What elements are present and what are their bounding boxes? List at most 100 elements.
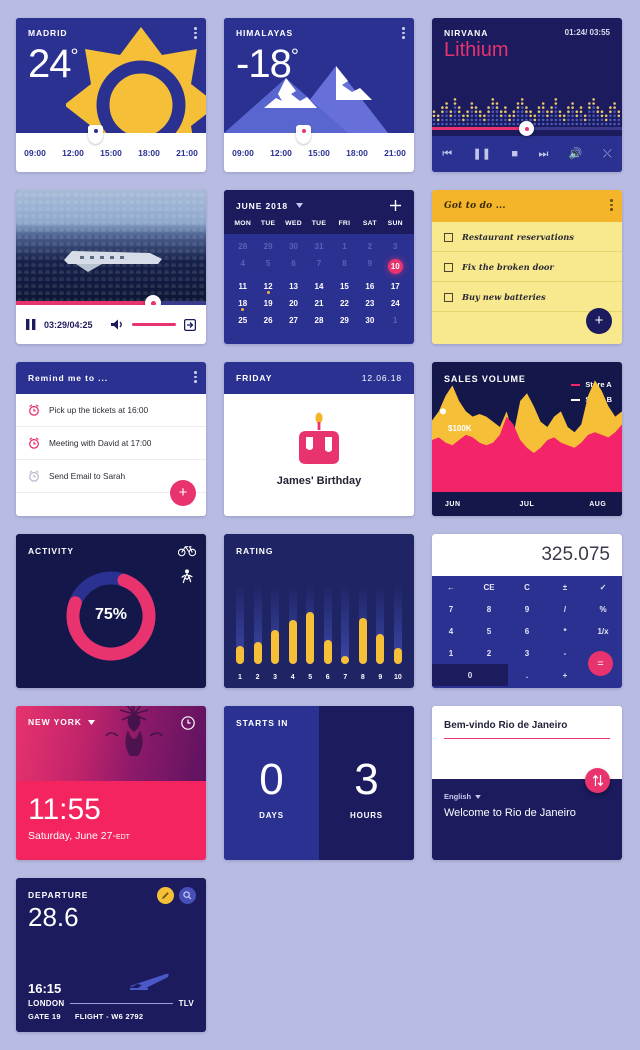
sales-volume-card[interactable]: SALES VOLUME Store A Store B $100K JUN J… — [432, 362, 622, 516]
percent-key[interactable]: % — [584, 598, 622, 620]
pause-icon[interactable]: ❚❚ — [473, 148, 491, 160]
stop-icon[interactable]: ■ — [511, 148, 518, 160]
clock-city-row[interactable]: NEW YORK — [28, 717, 95, 727]
calendar-day[interactable]: 29 — [332, 312, 357, 328]
translate-language-selector[interactable]: English — [444, 792, 610, 801]
equals-key[interactable]: = — [588, 651, 613, 676]
calendar-day[interactable]: 24 — [383, 295, 408, 311]
rating-bar[interactable] — [306, 584, 315, 664]
calendar-day[interactable]: 19 — [255, 295, 280, 311]
countdown-card[interactable]: STARTS IN 0 DAYS 3 HOURS — [224, 706, 414, 860]
calendar-day[interactable]: 13 — [281, 278, 306, 294]
hour-label[interactable]: 18:00 — [346, 148, 368, 158]
calendar-day[interactable]: 21 — [306, 295, 331, 311]
key-0[interactable]: 0 — [432, 664, 508, 686]
edit-icon[interactable] — [157, 887, 174, 904]
checkbox[interactable] — [444, 292, 453, 302]
rating-card[interactable]: RATING 1 2 3 4 5 6 7 8 9 10 — [224, 534, 414, 688]
todo-add-button[interactable]: + — [586, 308, 612, 334]
minus-key[interactable]: - — [546, 642, 584, 664]
hour-label[interactable]: 12:00 — [270, 148, 292, 158]
calendar-day[interactable]: 15 — [332, 278, 357, 294]
calendar-day[interactable]: 17 — [383, 278, 408, 294]
rating-bar[interactable] — [271, 584, 280, 664]
calendar-day[interactable]: 4 — [230, 255, 255, 277]
todo-card[interactable]: Got to do ... Restaurant reservations Fi… — [432, 190, 622, 344]
todo-item[interactable]: Buy new batteries — [432, 282, 622, 312]
weather-himalayas-menu[interactable] — [402, 27, 405, 41]
key-5[interactable]: 5 — [470, 620, 508, 642]
checkbox[interactable] — [444, 262, 453, 272]
volume-slider[interactable] — [131, 323, 176, 326]
calendar-day[interactable]: 29 — [255, 238, 280, 254]
check-key[interactable]: ✓ — [584, 576, 622, 598]
calendar-day[interactable]: 1 — [332, 238, 357, 254]
translate-card[interactable]: Bem-vindo Rio de Janeiro English Welcome… — [432, 706, 622, 860]
plus-icon[interactable] — [389, 199, 402, 212]
key-8[interactable]: 8 — [470, 598, 508, 620]
weather-card-himalayas[interactable]: HIMALAYAS -18° 09:00 12:00 15:00 18:00 2… — [224, 18, 414, 172]
multiply-key[interactable]: * — [546, 620, 584, 642]
calendar-day[interactable]: 25 — [230, 312, 255, 328]
clock-icon[interactable] — [181, 716, 195, 730]
calendar-day[interactable]: 5 — [255, 255, 280, 277]
rating-bar[interactable] — [376, 584, 385, 664]
rating-bar[interactable] — [253, 584, 262, 664]
rating-bar[interactable] — [358, 584, 367, 664]
backspace-key[interactable]: ← — [432, 576, 470, 598]
hour-label[interactable]: 12:00 — [62, 148, 84, 158]
chevron-down-icon[interactable] — [87, 719, 95, 725]
calendar-day[interactable]: 6 — [281, 255, 306, 277]
clock-card-new-york[interactable]: NEW YORK 11:55 Saturday, June 27-EDT — [16, 706, 206, 860]
rating-bar[interactable] — [393, 584, 402, 664]
calendar-day[interactable]: 27 — [281, 312, 306, 328]
music-player-card[interactable]: NIRVANA 01:24/ 03:55 Lithium ⏮ ❚❚ ■ ⏭ 🔊 … — [432, 18, 622, 172]
hour-label[interactable]: 09:00 — [24, 148, 46, 158]
rating-bar[interactable] — [341, 584, 350, 664]
calendar-day[interactable]: 30 — [357, 312, 382, 328]
key-6[interactable]: 6 — [508, 620, 546, 642]
key-4[interactable]: 4 — [432, 620, 470, 642]
plusminus-key[interactable]: ± — [546, 576, 584, 598]
rating-bar[interactable] — [323, 584, 332, 664]
decimal-key[interactable]: . — [508, 664, 546, 686]
pause-icon[interactable] — [26, 319, 36, 330]
calendar-day[interactable]: 30 — [281, 238, 306, 254]
key-7[interactable]: 7 — [432, 598, 470, 620]
birthday-card[interactable]: FRIDAY 12.06.18 James' Birthday — [224, 362, 414, 516]
calendar-day[interactable]: 3 — [383, 238, 408, 254]
calendar-day[interactable]: 11 — [230, 278, 255, 294]
music-progress-handle[interactable] — [519, 121, 535, 136]
calendar-day[interactable]: 16 — [357, 278, 382, 294]
rating-bar[interactable] — [288, 584, 297, 664]
hour-label[interactable]: 09:00 — [232, 148, 254, 158]
weather-card-madrid[interactable]: MADRID 24° 09:00 12:00 15:00 18:00 21:00 — [16, 18, 206, 172]
calendar-day[interactable]: 23 — [357, 295, 382, 311]
flight-card[interactable]: DEPARTURE 28.6 16:15 LONDON TLV GATE 19 … — [16, 878, 206, 1032]
calendar-day[interactable]: 8 — [332, 255, 357, 277]
rating-bar[interactable] — [236, 584, 244, 664]
video-progress-track[interactable] — [16, 301, 206, 305]
calendar-day[interactable]: 12 — [255, 278, 280, 294]
volume-icon[interactable] — [110, 319, 124, 330]
calculator-card[interactable]: 325.075 ← CE C ± ✓ 7 8 9/% 4 5 6 * 1/x 1 2 3- 0. + = — [432, 534, 622, 688]
video-player-card[interactable]: 03:29/04:25 — [16, 190, 206, 344]
calendar-day[interactable]: 9 — [357, 255, 382, 277]
chevron-down-icon[interactable] — [296, 203, 304, 208]
todo-menu[interactable] — [610, 199, 613, 213]
calendar-day[interactable]: 2 — [357, 238, 382, 254]
reminder-item[interactable]: Meeting with David at 17:00 — [16, 427, 206, 460]
divide-key[interactable]: / — [546, 598, 584, 620]
todo-item[interactable]: Restaurant reservations — [432, 222, 622, 252]
calendar-day[interactable]: 26 — [255, 312, 280, 328]
video-progress-handle[interactable] — [145, 295, 162, 305]
calendar-card[interactable]: JUNE 2018 MON TUE WED TUE FRI SAT SUN 28 29 30 31… — [224, 190, 414, 344]
calendar-day[interactable]: 1 — [383, 312, 408, 328]
key-1[interactable]: 1 — [432, 642, 470, 664]
swap-vertical-icon[interactable] — [585, 768, 610, 793]
hour-label[interactable]: 15:00 — [308, 148, 330, 158]
reminder-item[interactable]: Pick up the tickets at 16:00 — [16, 394, 206, 427]
hour-label[interactable]: 18:00 — [138, 148, 160, 158]
checkbox[interactable] — [444, 232, 453, 242]
clear-entry-key[interactable]: CE — [470, 576, 508, 598]
